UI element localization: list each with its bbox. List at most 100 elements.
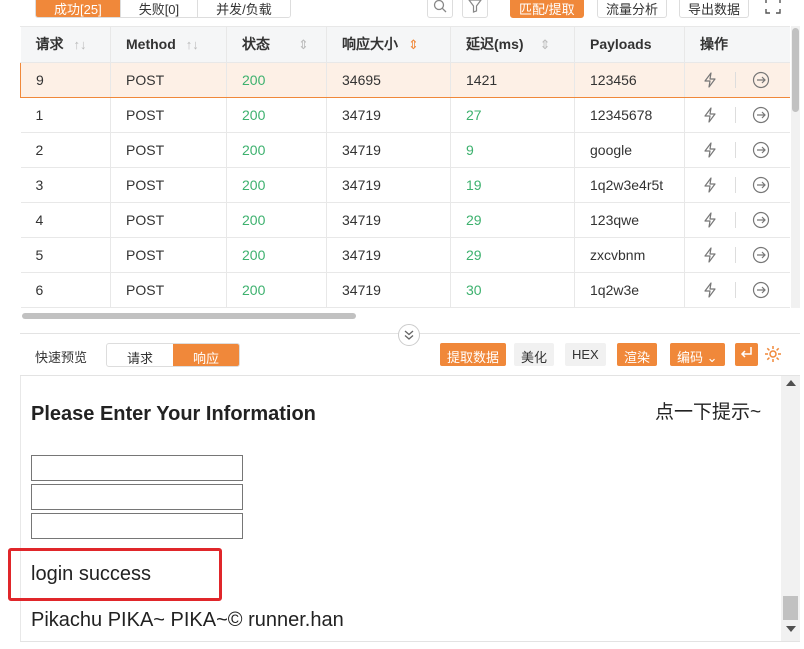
match-extract-button[interactable]: 匹配/提取 bbox=[510, 0, 584, 18]
beautify-button[interactable]: 美化 bbox=[514, 343, 555, 366]
search-button[interactable] bbox=[427, 0, 453, 18]
extract-data-button[interactable]: 提取数据 bbox=[440, 343, 507, 366]
table-vertical-scrollbar[interactable] bbox=[791, 26, 800, 308]
password-field[interactable] bbox=[31, 484, 243, 510]
cell-actions bbox=[684, 97, 790, 133]
arrow-circle-icon[interactable] bbox=[736, 71, 786, 89]
results-table: 请求 ↑↓ Method ↑↓ 状态 ⇕ 响应大小 ⇕ 延迟(ms) ⇕ Payloads… bbox=[20, 26, 790, 308]
filter-button[interactable] bbox=[462, 0, 488, 18]
tab-request[interactable]: 请求 bbox=[107, 344, 173, 366]
table-horizontal-scrollbar[interactable] bbox=[20, 311, 790, 320]
vcode-field[interactable] bbox=[31, 513, 243, 539]
gear-icon[interactable] bbox=[764, 345, 782, 363]
cell-actions bbox=[684, 272, 790, 308]
cell-request-id: 9 bbox=[20, 61, 111, 98]
cell-actions bbox=[684, 167, 790, 203]
search-icon bbox=[433, 0, 447, 13]
table-row[interactable]: 2 POST 200 34719 9 google bbox=[20, 132, 790, 168]
highlight-box bbox=[8, 548, 222, 601]
cell-size: 34695 bbox=[326, 61, 451, 98]
sort-icon[interactable]: ⇕ bbox=[298, 37, 309, 53]
cell-delay: 19 bbox=[450, 167, 575, 203]
export-data-button[interactable]: 导出数据 bbox=[679, 0, 750, 18]
quick-preview-label: 快速预览 bbox=[35, 350, 88, 365]
cell-request-id: 4 bbox=[20, 202, 111, 238]
hex-button[interactable]: HEX bbox=[565, 343, 606, 366]
arrow-circle-icon[interactable] bbox=[736, 211, 786, 229]
cell-payload: 123qwe bbox=[574, 202, 685, 238]
arrow-circle-icon[interactable] bbox=[736, 176, 786, 194]
cell-actions bbox=[684, 132, 790, 168]
render-vertical-scrollbar[interactable] bbox=[781, 376, 800, 641]
cell-payload: zxcvbnm bbox=[574, 237, 685, 273]
sort-icon[interactable]: ⇕ bbox=[540, 37, 551, 53]
cell-delay: 29 bbox=[450, 237, 575, 273]
results-toolbar: 成功[25] 失败[0] 并发/负载 匹配/提取 流量分析 导出数据 bbox=[0, 0, 804, 24]
cell-payload: 123456 bbox=[574, 61, 685, 98]
cell-request-id: 6 bbox=[20, 272, 111, 308]
bolt-icon[interactable] bbox=[685, 246, 735, 263]
collapse-button[interactable] bbox=[398, 324, 420, 346]
bottom-border bbox=[20, 641, 800, 642]
table-row[interactable]: 6 POST 200 34719 30 1q2w3e bbox=[20, 272, 790, 308]
col-status[interactable]: 状态 ⇕ bbox=[226, 27, 327, 63]
bolt-icon[interactable] bbox=[685, 71, 735, 88]
request-response-tabs: 请求 响应 bbox=[106, 343, 240, 367]
col-size[interactable]: 响应大小 ⇕ bbox=[326, 27, 451, 63]
scroll-thumb[interactable] bbox=[792, 28, 799, 112]
scroll-down-arrow-icon[interactable] bbox=[786, 626, 796, 632]
bolt-icon[interactable] bbox=[685, 176, 735, 193]
cell-delay: 29 bbox=[450, 202, 575, 238]
encode-dropdown[interactable]: 编码 ⌄ bbox=[670, 343, 725, 366]
table-row[interactable]: 9 POST 200 34695 1421 123456 bbox=[20, 61, 790, 98]
bolt-icon[interactable] bbox=[685, 281, 735, 298]
expand-icon[interactable] bbox=[764, 0, 782, 15]
wrap-toggle-button[interactable] bbox=[735, 343, 758, 366]
table-row[interactable]: 3 POST 200 34719 19 1q2w3e4r5t bbox=[20, 167, 790, 203]
scroll-thumb[interactable] bbox=[783, 596, 798, 620]
footer-text: Pikachu PIKA~ PIKA~© runner.han bbox=[31, 609, 344, 631]
cell-size: 34719 bbox=[326, 272, 451, 308]
cell-method: POST bbox=[110, 61, 227, 98]
col-actions: 操作 bbox=[684, 27, 790, 63]
col-payloads[interactable]: Payloads bbox=[574, 27, 685, 63]
scroll-up-arrow-icon[interactable] bbox=[786, 380, 796, 386]
cell-method: POST bbox=[110, 237, 227, 273]
result-tabs: 成功[25] 失败[0] 并发/负载 bbox=[35, 0, 291, 18]
tab-success[interactable]: 成功[25] bbox=[36, 0, 121, 17]
arrow-circle-icon[interactable] bbox=[736, 246, 786, 264]
table-row[interactable]: 4 POST 200 34719 29 123qwe bbox=[20, 202, 790, 238]
chevron-double-down-icon bbox=[404, 330, 414, 340]
render-button[interactable]: 渲染 bbox=[617, 343, 658, 366]
cell-method: POST bbox=[110, 132, 227, 168]
col-request[interactable]: 请求 ↑↓ bbox=[20, 27, 111, 63]
chevron-down-icon: ⌄ bbox=[706, 350, 718, 365]
cell-status: 200 bbox=[226, 97, 327, 133]
hint-link[interactable]: 点一下提示~ bbox=[655, 397, 761, 424]
sort-icon[interactable]: ⇕ bbox=[408, 37, 419, 53]
col-delay[interactable]: 延迟(ms) ⇕ bbox=[450, 27, 575, 63]
tab-response[interactable]: 响应 bbox=[173, 344, 239, 366]
cell-size: 34719 bbox=[326, 167, 451, 203]
arrow-circle-icon[interactable] bbox=[736, 281, 786, 299]
page-heading: Please Enter Your Information bbox=[31, 403, 316, 425]
cell-delay: 1421 bbox=[450, 61, 575, 98]
username-field[interactable] bbox=[31, 455, 243, 481]
cell-size: 34719 bbox=[326, 202, 451, 238]
cell-method: POST bbox=[110, 202, 227, 238]
bolt-icon[interactable] bbox=[685, 106, 735, 123]
table-row[interactable]: 5 POST 200 34719 29 zxcvbnm bbox=[20, 237, 790, 273]
scroll-thumb[interactable] bbox=[22, 313, 356, 319]
bolt-icon[interactable] bbox=[685, 211, 735, 228]
arrow-circle-icon[interactable] bbox=[736, 141, 786, 159]
traffic-analysis-button[interactable]: 流量分析 bbox=[597, 0, 668, 18]
cell-request-id: 2 bbox=[20, 132, 111, 168]
table-row[interactable]: 1 POST 200 34719 27 12345678 bbox=[20, 97, 790, 133]
tab-failed[interactable]: 失败[0] bbox=[120, 0, 199, 17]
sort-icon[interactable]: ↑↓ bbox=[186, 37, 199, 52]
bolt-icon[interactable] bbox=[685, 141, 735, 158]
sort-icon[interactable]: ↑↓ bbox=[74, 37, 87, 52]
tab-concurrency[interactable]: 并发/负载 bbox=[198, 0, 290, 17]
arrow-circle-icon[interactable] bbox=[736, 106, 786, 124]
col-method[interactable]: Method ↑↓ bbox=[110, 27, 227, 63]
